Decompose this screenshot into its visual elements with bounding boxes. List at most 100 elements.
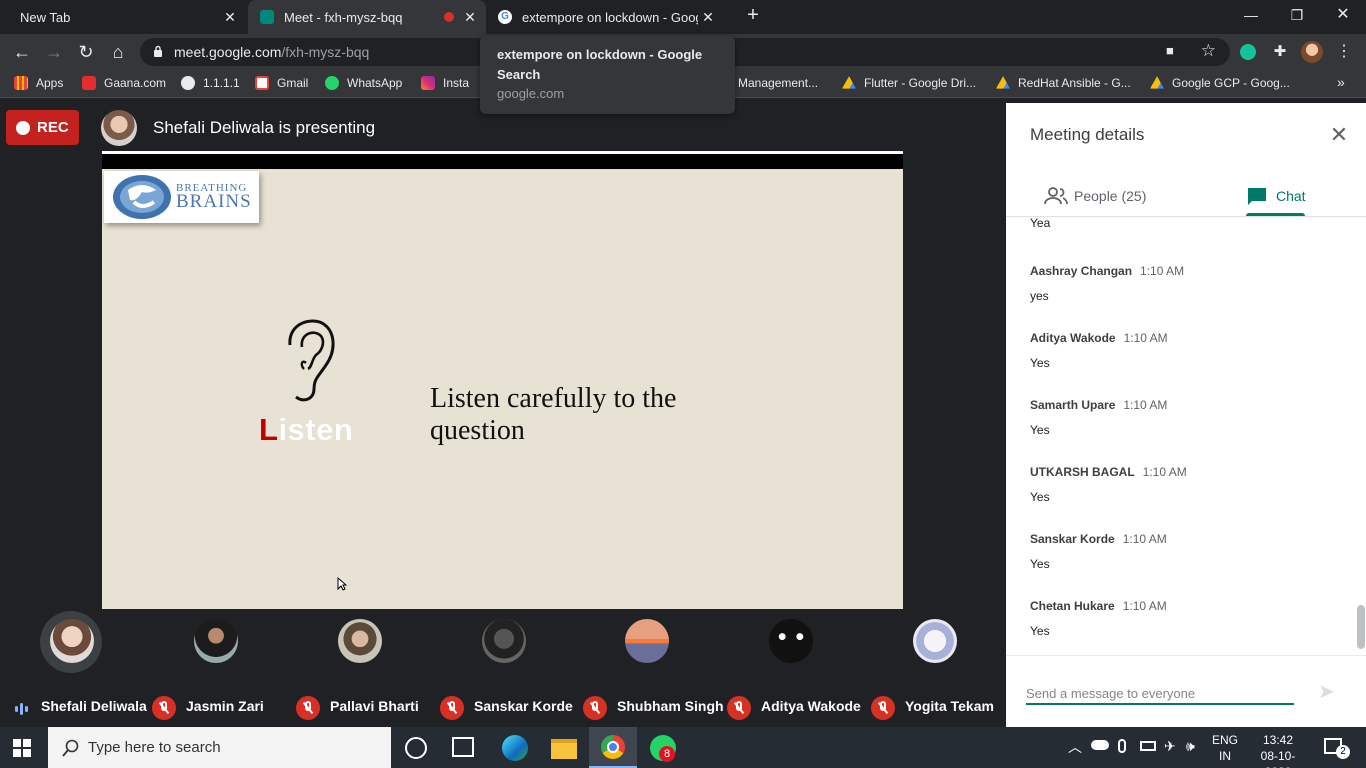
restore-icon[interactable]: ❐ [1274, 0, 1320, 34]
bookmark-1111[interactable]: 1.1.1.1 [181, 76, 240, 90]
bookmark-flutter-drive[interactable]: Flutter - Google Dri... [842, 76, 976, 90]
profile-avatar[interactable] [1301, 41, 1323, 63]
new-tab-plus-icon[interactable]: + [730, 0, 776, 34]
tab-google-search[interactable]: G extempore on lockdown - Google Search … [488, 0, 728, 34]
message-time: 1:10 AM [1123, 331, 1168, 345]
chat-messages: Yea Aashray Changan 1:10 AM yes Aditya Wa… [1006, 217, 1366, 655]
grammarly-extension-icon[interactable] [1240, 44, 1256, 60]
close-window-icon[interactable]: ✕ [1320, 0, 1366, 34]
bookmark-label: Apps [36, 76, 64, 90]
whatsapp-taskbar-icon[interactable]: 8 [650, 735, 676, 762]
bookmark-gmail[interactable]: Gmail [255, 76, 308, 90]
back-arrow-icon[interactable]: ← [10, 40, 34, 64]
close-tab-icon[interactable]: ✕ [700, 9, 716, 25]
more-bookmarks-chevron-icon[interactable]: » [1337, 74, 1345, 90]
close-panel-icon[interactable]: ✕ [1327, 123, 1351, 147]
participant-tile[interactable]: Sanskar Korde [440, 609, 580, 727]
message-text: Yes [1030, 490, 1050, 504]
message-header: Chetan Hukare 1:10 AM [1030, 597, 1330, 615]
recording-badge[interactable]: REC [6, 110, 79, 145]
tab-chat[interactable]: Chat [1246, 175, 1306, 217]
tooltip-title: extempore on lockdown - Google Search [497, 47, 703, 82]
microphone-icon[interactable] [1118, 739, 1126, 753]
send-icon[interactable]: ➤ [1318, 681, 1340, 703]
breathing-brains-logo: BREATHING BRAINS [104, 171, 259, 223]
bookmark-label: Insta [443, 76, 470, 90]
home-icon[interactable]: ⌂ [106, 40, 130, 64]
participant-tile[interactable]: Shefali Deliwala [4, 609, 147, 727]
bookmark-redhat-ansible[interactable]: RedHat Ansible - G... [996, 76, 1131, 90]
message-sender: Aashray Changan [1030, 264, 1133, 278]
tab-title: extempore on lockdown - Google Search [522, 9, 698, 25]
clock-date: 08-10-2020 [1260, 749, 1296, 768]
taskbar-search-placeholder: Type here to search [88, 739, 221, 756]
compose-divider [1006, 655, 1366, 656]
forward-arrow-icon[interactable]: → [42, 40, 66, 64]
tab-strip: New Tab ✕ Meet - fxh-mysz-bqq ✕ G extemp… [0, 0, 1366, 34]
reload-icon[interactable]: ↻ [74, 40, 98, 64]
task-view-icon[interactable] [452, 737, 474, 757]
message-time: 1:10 AM [1122, 599, 1167, 613]
slide-instruction: Listen carefully to the question [430, 383, 677, 446]
airplane-mode-icon[interactable]: ✈ [1164, 738, 1176, 755]
message-sender: Samarth Upare [1030, 398, 1116, 412]
bookmark-whatsapp[interactable]: WhatsApp [325, 76, 402, 90]
message-text: Yes [1030, 356, 1050, 370]
participant-tile[interactable]: Shubham Singh [583, 609, 724, 727]
camera-icon[interactable]: ■ [1166, 43, 1182, 58]
minimize-icon[interactable]: — [1228, 0, 1274, 34]
taskbar-clock[interactable]: 13:42 08-10-2020 [1248, 732, 1308, 768]
extensions-puzzle-icon[interactable]: ✚ [1268, 40, 1292, 64]
notification-center-icon[interactable]: 2 [1324, 738, 1350, 759]
cortana-icon[interactable] [405, 737, 427, 759]
language-indicator[interactable]: ENG IN [1212, 732, 1238, 764]
people-icon [1044, 187, 1068, 205]
avatar [769, 619, 813, 663]
participant-tile[interactable]: Aditya Wakode [727, 609, 867, 727]
participant-name: Aditya Wakode [761, 698, 861, 714]
listen-first-letter: L [259, 412, 279, 447]
ear-icon [288, 319, 335, 402]
show-hidden-icons-chevron-icon[interactable]: ︿ [1068, 737, 1082, 757]
tab-people[interactable]: People (25) [1044, 175, 1146, 217]
close-tab-icon[interactable]: ✕ [222, 9, 238, 25]
bookmark-label: Gaana.com [104, 76, 167, 90]
close-tab-icon[interactable]: ✕ [462, 9, 478, 25]
message-sender: Chetan Hukare [1030, 599, 1115, 613]
windows-start-icon[interactable] [13, 739, 31, 757]
edge-icon[interactable] [502, 735, 528, 761]
participant-tile[interactable]: Jasmin Zari [152, 609, 292, 727]
message-text: yes [1030, 289, 1049, 303]
bookmark-gaana[interactable]: Gaana.com [82, 76, 166, 90]
bookmark-google-gcp[interactable]: Google GCP - Goog... [1150, 76, 1290, 90]
chat-tab-label: Chat [1276, 188, 1306, 204]
notification-count: 2 [1336, 745, 1350, 759]
google-favicon-icon: G [498, 10, 512, 24]
more-menu-icon[interactable]: ⋮ [1332, 40, 1356, 64]
bookmark-management[interactable]: Management... [738, 76, 818, 90]
bookmark-star-icon[interactable]: ☆ [1201, 41, 1216, 61]
avatar [625, 619, 669, 663]
bookmark-apps[interactable]: Apps [14, 76, 63, 90]
chat-message-input[interactable] [1026, 683, 1294, 705]
bookmark-insta[interactable]: Insta [421, 76, 469, 90]
chat-scrollbar[interactable] [1357, 605, 1365, 649]
participant-tile[interactable]: Pallavi Bharti [296, 609, 436, 727]
taskbar-search-box[interactable]: Type here to search [48, 727, 391, 768]
tab-new-tab[interactable]: New Tab ✕ [0, 0, 246, 34]
google-drive-icon [842, 76, 856, 89]
battery-icon[interactable] [1140, 741, 1156, 751]
volume-icon[interactable]: 🕪 [1186, 738, 1195, 755]
windows-taskbar: Type here to search 8 ︿ ✈ 🕪 ENG IN 13:42… [0, 727, 1366, 768]
meeting-details-panel: Meeting details ✕ People (25) Chat Yea A… [1006, 103, 1366, 727]
message-text: Yes [1030, 557, 1050, 571]
participant-tile[interactable]: Yogita Tekam [871, 609, 1011, 727]
message-time: 1:10 AM [1142, 465, 1187, 479]
chat-tab-indicator [1246, 213, 1305, 216]
message-header: Aditya Wakode 1:10 AM [1030, 329, 1330, 347]
chrome-taskbar-button[interactable] [589, 727, 637, 768]
presenting-banner: Shefali Deliwala is presenting [153, 118, 376, 137]
tab-meet[interactable]: Meet - fxh-mysz-bqq ✕ [248, 0, 486, 34]
onedrive-cloud-icon[interactable] [1091, 740, 1109, 750]
file-explorer-icon[interactable] [551, 739, 577, 759]
